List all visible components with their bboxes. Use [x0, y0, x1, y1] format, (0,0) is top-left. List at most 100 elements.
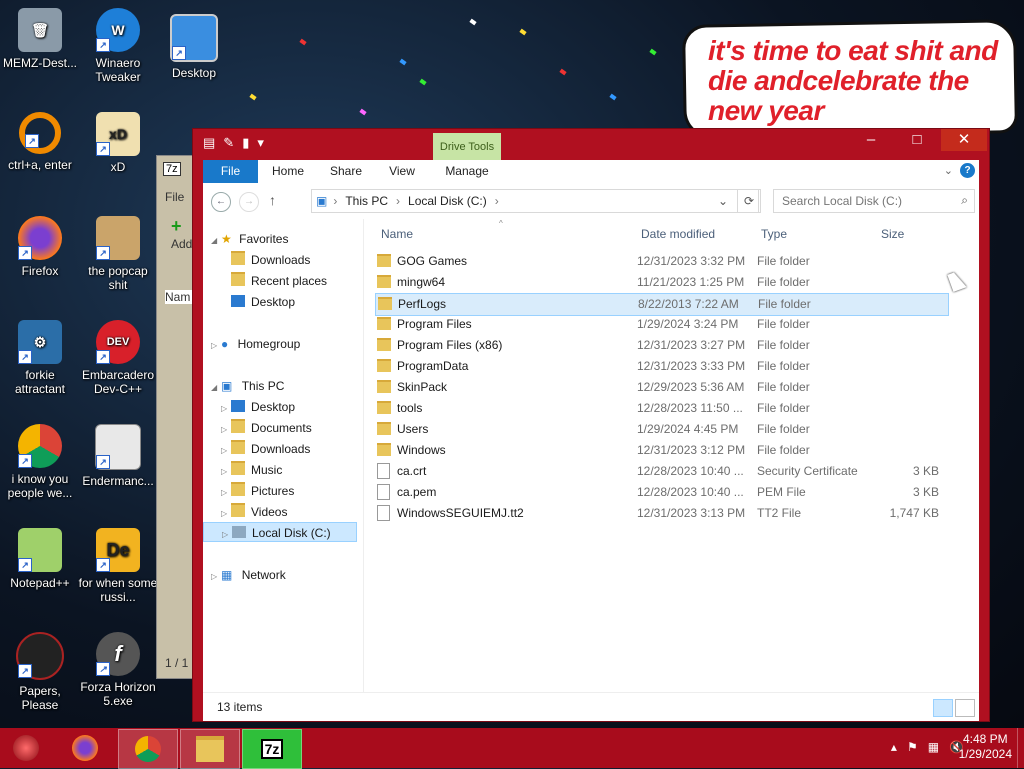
chevron-down-icon[interactable]: ⌄ — [944, 164, 953, 177]
taskbar-chrome[interactable] — [118, 729, 178, 769]
desktop-icon-chrome[interactable]: ↗ i know you people we... — [0, 424, 80, 500]
table-row[interactable]: mingw64 11/21/2023 1:25 PM File folder — [375, 272, 947, 293]
table-row[interactable]: ca.crt 12/28/2023 10:40 ... Security Certi… — [375, 461, 947, 482]
large-icons-view-button[interactable] — [955, 699, 975, 717]
ribbon-tabs: File Home Share View Manage ⌄ ? — [203, 160, 979, 184]
nav-homegroup[interactable]: ▷ ● Homegroup — [211, 334, 300, 354]
nav-desktop[interactable]: Desktop — [231, 292, 295, 312]
desktop-icon-firefox[interactable]: ↗ Firefox — [0, 216, 80, 278]
nav-pc-pictures[interactable]: ▷ Pictures — [221, 481, 294, 501]
taskbar: 7z ▴ ⚑ ▦ 🔇 4:48 PM 1/29/2024 — [0, 728, 1024, 769]
taskbar-firefox[interactable] — [56, 729, 114, 767]
cell-type: File folder — [757, 380, 810, 394]
nav-pc-documents[interactable]: ▷ Documents — [221, 418, 312, 438]
refresh-button[interactable]: ⟳ — [737, 189, 761, 213]
videos-folder-icon — [231, 503, 245, 517]
desktop-icon-forkie[interactable]: ⚙ ↗ forkie attractant — [0, 320, 80, 396]
tab-home[interactable]: Home — [263, 160, 313, 183]
back-button[interactable]: ← — [211, 192, 231, 212]
desktop-icon-desktop[interactable]: ↗ Desktop — [154, 14, 234, 80]
flash-icon: f ↗ — [96, 632, 140, 676]
column-header-name[interactable]: Name — [381, 227, 413, 247]
nav-network[interactable]: ▷ ▦ Network — [211, 565, 286, 585]
desktop-icon-papers[interactable]: ↗ Papers, Please — [0, 632, 80, 712]
table-row[interactable]: Program Files 1/29/2024 3:24 PM File folde… — [375, 314, 947, 335]
desktop-icon-ctrl-a[interactable]: ↗ ctrl+a, enter — [0, 112, 80, 172]
star-icon: ★ — [221, 232, 232, 246]
table-row[interactable]: Program Files (x86) 12/31/2023 3:27 PM Fil… — [375, 335, 947, 356]
nav-pc-videos[interactable]: ▷ Videos — [221, 502, 287, 522]
address-dropdown-icon[interactable]: ⌄ — [718, 194, 728, 208]
column-header-date[interactable]: Date modified — [641, 227, 715, 247]
7zip-add-button[interactable]: + Add — [171, 216, 192, 251]
table-row[interactable]: SkinPack 12/29/2023 5:36 AM File folder — [375, 377, 947, 398]
tray-chevron-up-icon[interactable]: ▴ — [891, 740, 897, 754]
close-button[interactable]: ✕ — [941, 129, 987, 151]
system-tray: ▴ ⚑ ▦ 🔇 — [891, 740, 964, 754]
explorer-window[interactable]: ▤ ✎ ▮ ▾ Drive Tools – □ ✕ File Home Shar… — [192, 128, 990, 722]
up-button[interactable]: ↑ — [269, 192, 276, 208]
nav-pc-music[interactable]: ▷ Music — [221, 460, 282, 480]
cell-date: 12/31/2023 3:27 PM — [637, 338, 746, 352]
taskbar-7zip[interactable]: 7z — [242, 729, 302, 769]
details-view-button[interactable] — [933, 699, 953, 717]
nav-recent-places[interactable]: Recent places — [231, 271, 327, 291]
network-icon[interactable]: ▦ — [928, 740, 939, 754]
desktop-icon-popcap[interactable]: ↗ the popcap shit — [78, 216, 158, 292]
start-button[interactable] — [0, 729, 52, 767]
table-row[interactable]: ProgramData 12/31/2023 3:33 PM File folder — [375, 356, 947, 377]
new-folder-icon[interactable]: ▮ — [242, 135, 249, 151]
title-bar[interactable]: ▤ ✎ ▮ ▾ Drive Tools – □ ✕ — [193, 129, 989, 161]
drive-icon[interactable]: ▤ — [203, 135, 215, 151]
minimize-button[interactable]: – — [849, 129, 893, 151]
nav-pc-desktop[interactable]: ▷ Desktop — [221, 397, 295, 417]
column-header-type[interactable]: Type — [761, 227, 787, 247]
nav-pc-downloads[interactable]: ▷ Downloads — [221, 439, 310, 459]
desktop-icon-forza[interactable]: f ↗ Forza Horizon 5.exe — [78, 632, 158, 708]
breadcrumb-chevron: › — [333, 194, 338, 208]
action-center-flag-icon[interactable]: ⚑ — [907, 740, 918, 754]
nav-favorites[interactable]: ◢ ★ Favorites — [211, 229, 288, 249]
breadcrumb-local-disk[interactable]: Local Disk (C:) — [408, 194, 487, 208]
folder-icon — [377, 401, 391, 414]
maximize-button[interactable]: □ — [895, 129, 939, 151]
search-input[interactable] — [774, 190, 954, 212]
address-bar[interactable]: ▣ › This PC › Local Disk (C:) › ⌄ — [311, 189, 759, 213]
cell-type: File folder — [757, 401, 810, 415]
table-row[interactable]: Windows 12/31/2023 3:12 PM File folder — [375, 440, 947, 461]
file-icon — [377, 484, 390, 500]
desktop-icon-de[interactable]: De ↗ for when some russi... — [78, 528, 158, 604]
column-header-size[interactable]: Size — [881, 227, 904, 247]
taskbar-explorer[interactable] — [180, 729, 240, 769]
chevron-down-icon[interactable]: ▾ — [257, 135, 264, 151]
table-row[interactable]: GOG Games 12/31/2023 3:32 PM File folder — [375, 251, 947, 272]
desktop-icon-notepadpp[interactable]: ↗ Notepad++ — [0, 528, 80, 590]
nav-pc-local-disk[interactable]: ▷ Local Disk (C:) — [203, 522, 357, 542]
desktop-icon-winaero[interactable]: W ↗ Winaero Tweaker — [78, 8, 158, 84]
7zip-file-menu[interactable]: File — [165, 190, 184, 204]
breadcrumb-this-pc[interactable]: This PC — [345, 194, 388, 208]
table-row[interactable]: ca.pem 12/28/2023 10:40 ... PEM File 3 KB — [375, 482, 947, 503]
table-row[interactable]: Users 1/29/2024 4:45 PM File folder — [375, 419, 947, 440]
tab-file[interactable]: File — [203, 160, 258, 183]
context-tab-drive-tools[interactable]: Drive Tools — [433, 133, 501, 161]
nav-downloads[interactable]: Downloads — [231, 250, 310, 270]
nav-this-pc[interactable]: ◢ ▣ This PC — [211, 376, 284, 396]
desktop-icon-enderman[interactable]: ↗ Endermanc... — [78, 424, 158, 488]
table-row[interactable]: tools 12/28/2023 11:50 ... File folder — [375, 398, 947, 419]
tab-share[interactable]: Share — [321, 160, 371, 183]
show-desktop-button[interactable] — [1017, 728, 1024, 768]
search-box[interactable]: ⌕ — [773, 189, 975, 213]
properties-icon[interactable]: ✎ — [223, 135, 234, 151]
table-row[interactable]: WindowsSEGUIEMJ.tt2 12/31/2023 3:13 PM TT2… — [375, 503, 947, 524]
table-row[interactable]: PerfLogs 8/22/2013 7:22 AM File folder — [375, 293, 949, 316]
desktop-icon-devcpp[interactable]: DEV ↗ Embarcadero Dev-C++ — [78, 320, 158, 396]
folder-icon — [377, 443, 391, 456]
clock[interactable]: 4:48 PM 1/29/2024 — [959, 732, 1012, 762]
forward-button[interactable]: → — [239, 192, 259, 212]
tab-view[interactable]: View — [377, 160, 427, 183]
desktop-icon-memz[interactable]: 🗑 MEMZ-Dest... — [0, 8, 80, 70]
help-icon[interactable]: ? — [960, 163, 975, 178]
tab-manage[interactable]: Manage — [439, 160, 495, 183]
desktop-icon-xd[interactable]: xD ↗ xD — [78, 112, 158, 174]
